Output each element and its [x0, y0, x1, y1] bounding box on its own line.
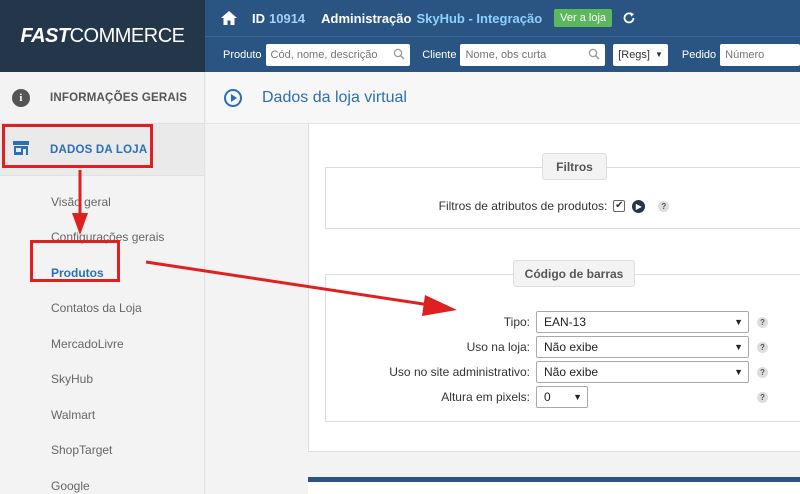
chevron-down-icon: ▼	[734, 317, 743, 327]
top-bar: ID 10914 Administração SkyHub - Integraç…	[205, 0, 800, 36]
sidebar-item-general-info[interactable]: i INFORMAÇÕES GERAIS	[0, 72, 204, 124]
product-search-input[interactable]	[265, 43, 411, 66]
barcode-type-select[interactable]: EAN-13 ▼	[536, 311, 749, 333]
sidebar-subitem-store-contacts[interactable]: Contatos da Loja	[0, 291, 204, 327]
barcode-type-label: Tipo:	[503, 315, 530, 329]
attr-filter-row: Filtros de atributos de produtos: ✔ ▶ ?	[325, 199, 800, 213]
store-use-label: Uso na loja:	[466, 340, 530, 354]
barcode-type-value: EAN-13	[544, 315, 587, 329]
product-search-label: Produto	[223, 48, 262, 61]
search-icon[interactable]	[393, 48, 405, 63]
help-icon[interactable]: ?	[757, 316, 768, 328]
client-search-input[interactable]	[460, 43, 606, 66]
client-search-field[interactable]	[460, 43, 606, 66]
height-value: 0	[544, 390, 551, 404]
help-icon[interactable]: ?	[757, 341, 768, 353]
admin-use-value: Não exibe	[544, 365, 599, 379]
height-row: Altura em pixels: 0 ▼ ?	[325, 386, 768, 408]
logo-part-commerce: COMMERCE	[69, 24, 185, 47]
sidebar-item-label: INFORMAÇÕES GERAIS	[50, 91, 188, 104]
regs-select[interactable]: [Regs] ▼	[613, 43, 668, 66]
annotation-box-products	[30, 240, 120, 282]
logo-part-fast: FAST	[20, 24, 70, 47]
filters-legend: Filtros	[542, 153, 607, 180]
chevron-down-icon: ▼	[734, 367, 743, 377]
attr-filter-label: Filtros de atributos de produtos:	[438, 199, 608, 213]
store-use-row: Uso na loja: Não exibe ▼ ?	[325, 336, 768, 358]
annotation-box-store-data	[2, 124, 153, 168]
admin-use-label: Uso no site administrativo:	[389, 365, 530, 379]
refresh-icon[interactable]	[622, 11, 636, 25]
sidebar-subitem-overview[interactable]: Visão geral	[0, 184, 204, 220]
settings-panel: Filtros Filtros de atributos de produtos…	[308, 124, 800, 452]
product-search-field[interactable]	[265, 43, 411, 66]
admin-use-row: Uso no site administrativo: Não exibe ▼ …	[325, 361, 768, 383]
next-panel-edge	[308, 477, 800, 494]
chevron-down-icon: ▼	[573, 392, 582, 402]
sidebar-subitem-walmart[interactable]: Walmart	[0, 397, 204, 433]
play-circle-icon	[224, 88, 242, 107]
client-search-label: Cliente	[422, 48, 457, 61]
order-search-label: Pedido	[681, 48, 717, 61]
attr-filter-checkbox[interactable]: ✔	[613, 200, 626, 212]
info-icon: i	[12, 88, 30, 107]
chevron-down-icon: ▼	[654, 50, 663, 59]
store-id-value: 10914	[269, 10, 306, 26]
chevron-right-circle-icon[interactable]: ▶	[632, 199, 646, 213]
chevron-down-icon: ▼	[734, 342, 743, 352]
search-bar: Produto Cliente [Regs] ▼ Pedido	[205, 36, 800, 72]
store-use-value: Não exibe	[544, 340, 599, 354]
page-title: Dados da loja virtual	[262, 88, 407, 106]
admin-use-select[interactable]: Não exibe ▼	[536, 361, 749, 383]
barcode-type-row: Tipo: EAN-13 ▼ ?	[325, 311, 768, 333]
view-store-button[interactable]: Ver a loja	[554, 9, 613, 27]
help-icon[interactable]: ?	[658, 200, 670, 212]
content-header: Dados da loja virtual	[206, 72, 800, 124]
search-icon[interactable]	[588, 48, 600, 63]
fastcommerce-logo[interactable]: FAST COMMERCE	[0, 0, 205, 72]
regs-value: [Regs]	[618, 48, 650, 61]
sidebar-subitem-mercadolivre[interactable]: MercadoLivre	[0, 326, 204, 362]
sidebar-subitem-shoptarget[interactable]: ShopTarget	[0, 433, 204, 469]
admin-label: Administração	[321, 10, 412, 26]
barcode-legend: Código de barras	[513, 260, 635, 287]
store-name[interactable]: SkyHub - Integração	[416, 11, 542, 26]
sidebar-subitem-skyhub[interactable]: SkyHub	[0, 362, 204, 398]
help-icon[interactable]: ?	[757, 366, 768, 378]
sidebar-subitem-google[interactable]: Google	[0, 468, 204, 494]
order-search-input[interactable]	[720, 43, 800, 66]
home-icon[interactable]	[220, 10, 238, 26]
height-label: Altura em pixels:	[441, 390, 530, 404]
height-select[interactable]: 0 ▼	[536, 386, 588, 408]
check-icon: ✔	[615, 200, 624, 211]
main-content: Dados da loja virtual Filtros Filtros de…	[206, 72, 800, 494]
help-icon[interactable]: ?	[757, 391, 768, 403]
store-use-select[interactable]: Não exibe ▼	[536, 336, 749, 358]
store-id-label: ID	[252, 10, 265, 26]
order-search-field[interactable]	[720, 43, 800, 66]
